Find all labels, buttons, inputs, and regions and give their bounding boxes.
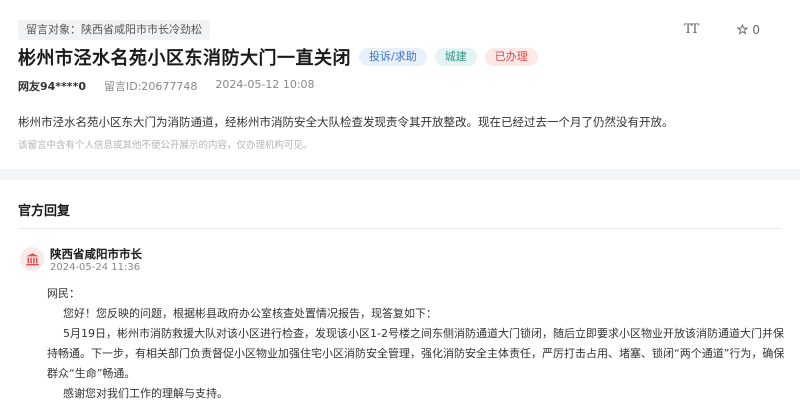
message-meta: 网友94****0 留言ID:20677748 2024-05-12 10:08 (18, 78, 315, 94)
reply-date: 2024-05-24 11:36 (50, 262, 141, 273)
reply-paragraph: 您好！您反映的问题，根据彬县政府办公室核查处置情况报告，现答复如下： (63, 307, 437, 320)
message-datetime: 2024-05-12 10:08 (215, 78, 315, 91)
toolbar: TT 0 (684, 22, 760, 37)
status-badge: 已办理 (484, 48, 538, 66)
message-id: 留言ID:20677748 (103, 80, 198, 93)
title-row: 彬州市泾水名苑小区东消防大门一直关闭 投诉/求助 城建 已办理 (18, 44, 538, 70)
message-target-tag: 留言对象：陕西省咸阳市市长冷劲松 (18, 20, 210, 40)
reply-paragraph: 5月19日，彬州市消防救援大队对该小区进行检查，发现该小区1-2号楼之间东侧消防… (47, 327, 785, 380)
favorite-count: 0 (752, 22, 760, 37)
reply-paragraph: 感谢您对我们工作的理解与支持。 (63, 387, 228, 400)
privacy-notice: 该留言中含有个人信息或其他不便公开展示的内容，仅办理机构可见。 (18, 140, 313, 151)
font-size-icon[interactable]: TT (684, 22, 700, 37)
field-tag: 城建 (434, 48, 477, 66)
avatar (20, 247, 44, 271)
reply-org: 陕西省咸阳市市长 (50, 247, 142, 261)
reply-body: 网民： 您好！您反映的问题，根据彬县政府办公室核查处置情况报告，现答复如下： 5… (47, 284, 787, 404)
section-divider (0, 169, 800, 180)
official-reply-title: 官方回复 (18, 204, 71, 219)
favorite-button[interactable]: 0 (737, 23, 760, 37)
message-content: 彬州市泾水名苑小区东大门为消防通道，经彬州市消防安全大队检查发现责令其开放整改。… (18, 115, 674, 129)
divider (18, 228, 782, 229)
category-tag: 投诉/求助 (359, 48, 427, 66)
user-name: 网友94****0 (18, 80, 86, 93)
page-title: 彬州市泾水名苑小区东消防大门一直关闭 (18, 48, 351, 69)
reply-salutation: 网民： (47, 287, 80, 300)
government-building-icon (25, 252, 39, 265)
star-icon (737, 24, 749, 35)
